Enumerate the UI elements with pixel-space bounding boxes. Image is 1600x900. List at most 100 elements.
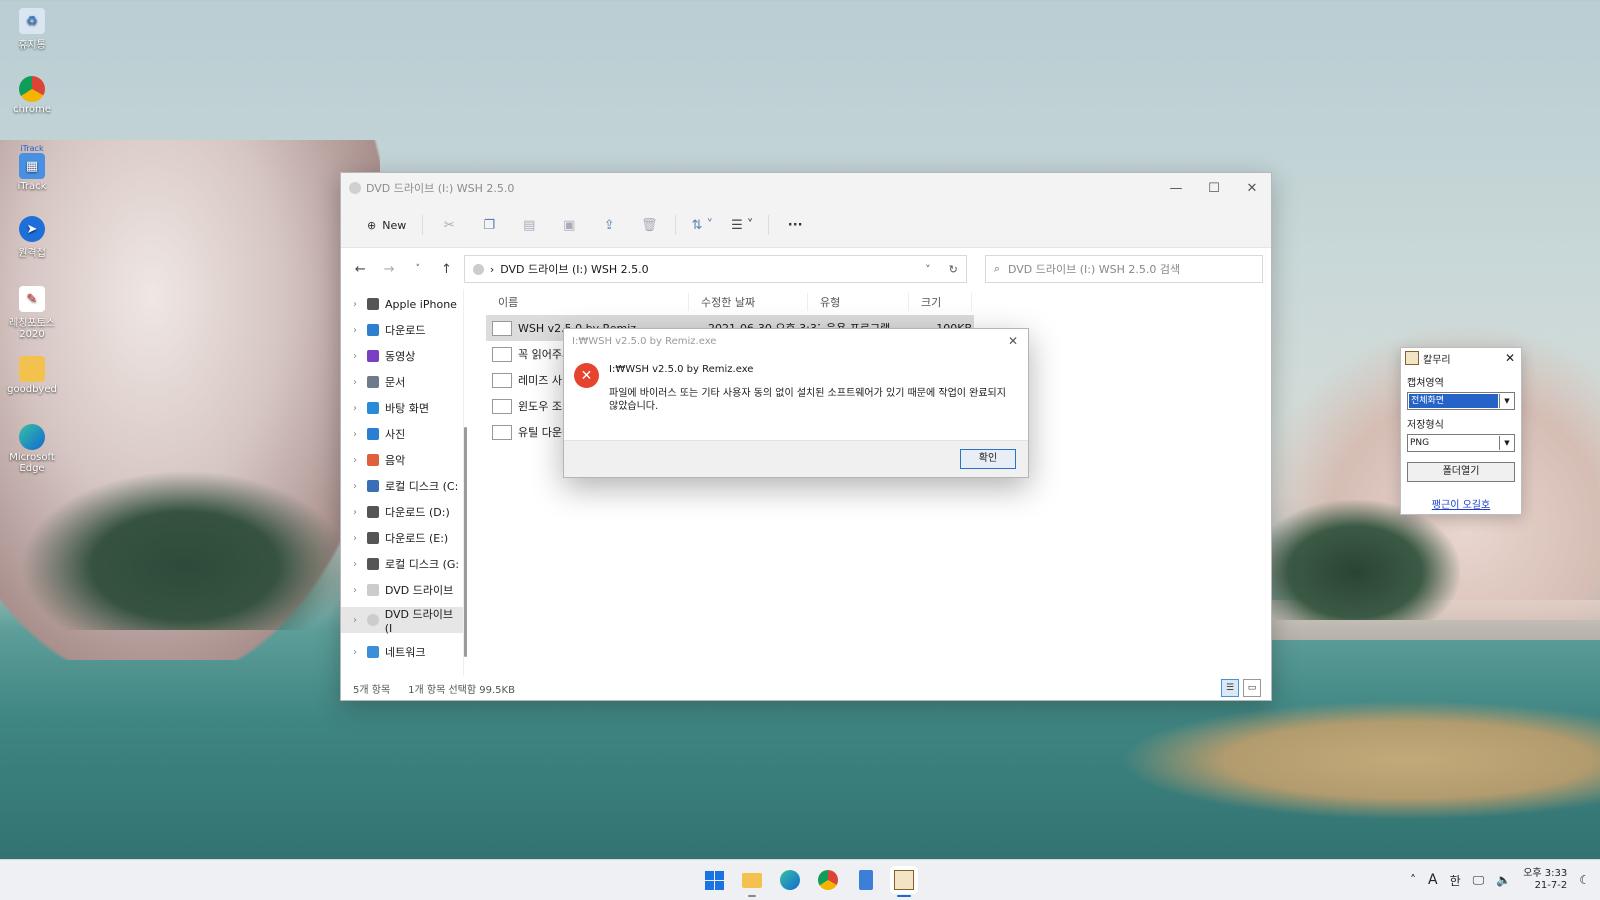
clock[interactable]: 오후 3:33 21-7-2	[1523, 868, 1567, 892]
paste-button[interactable]: ▤	[511, 210, 547, 240]
nav-item[interactable]: › 다운로드 (E:)	[341, 525, 463, 551]
nav-item[interactable]: › 바탕 화면	[341, 395, 463, 421]
nav-item[interactable]: › DVD 드라이브	[341, 577, 463, 603]
chevron-right-icon[interactable]: ›	[353, 615, 361, 626]
nav-item[interactable]: › 음악	[341, 447, 463, 473]
chevron-right-icon[interactable]: ›	[353, 299, 361, 310]
folder-icon	[742, 872, 762, 888]
rename-button[interactable]: ▣	[551, 210, 587, 240]
item-count: 5개 항목	[353, 684, 391, 696]
nav-item-icon	[367, 532, 379, 544]
chevron-right-icon[interactable]: ›	[353, 559, 361, 570]
search-input[interactable]: ⌕ DVD 드라이브 (I:) WSH 2.5.0 검색	[984, 255, 1263, 283]
nav-item[interactable]: › 로컬 디스크 (C:	[341, 473, 463, 499]
address-bar[interactable]: › DVD 드라이브 (I:) WSH 2.5.0 ˅ ↻	[463, 255, 967, 283]
desktop-icon-app[interactable]: ✎ 레칭포토스 2020	[0, 286, 64, 340]
taskbar: ˄ A 한 🖵 🔈 오후 3:33 21-7-2 ☾	[0, 859, 1600, 900]
desktop-icon-label: 원격접	[18, 248, 46, 259]
chevron-right-icon[interactable]: ›	[353, 325, 361, 336]
chevron-right-icon[interactable]: ›	[353, 585, 361, 596]
taskbar-edge[interactable]	[776, 866, 804, 894]
desktop-icon-recycle-bin[interactable]: ♻ 휴지통	[0, 8, 64, 51]
chevron-right-icon[interactable]: ›	[353, 429, 361, 440]
dialog-footer: 확인	[564, 440, 1028, 477]
desktop-icon-itrack[interactable]: iTrack ▦ iTrack	[0, 144, 64, 192]
recent-locations-button[interactable]: ˅	[406, 264, 429, 274]
cut-button[interactable]: ✂	[431, 210, 467, 240]
window-titlebar[interactable]: DVD 드라이브 (I:) WSH 2.5.0 — ☐ ✕	[341, 173, 1271, 203]
taskbar-file-explorer[interactable]	[738, 866, 766, 897]
nav-item-network[interactable]: › 네트워크	[341, 639, 463, 665]
dialog-titlebar[interactable]: I:₩WSH v2.5.0 by Remiz.exe ✕	[564, 329, 1028, 353]
chevron-right-icon[interactable]: ›	[353, 377, 361, 388]
desktop-icon-folder[interactable]: goodbyed	[0, 356, 64, 395]
nav-item[interactable]: › 다운로드	[341, 317, 463, 343]
nav-item[interactable]: › 동영상	[341, 343, 463, 369]
nav-item[interactable]: › 사진	[341, 421, 463, 447]
chevron-down-icon[interactable]: ▼	[1499, 394, 1514, 408]
network-icon[interactable]: 🖵	[1473, 873, 1485, 888]
capture-tool-close-button[interactable]: ✕	[1499, 351, 1521, 365]
volume-icon[interactable]: 🔈	[1496, 873, 1511, 887]
back-button[interactable]: ←	[349, 262, 372, 277]
chevron-right-icon[interactable]: ›	[353, 533, 361, 544]
chevron-up-icon[interactable]: ˄	[1410, 873, 1416, 887]
ime-hangul-indicator[interactable]: 한	[1450, 872, 1461, 889]
capture-area-value: 전체화면	[1408, 393, 1499, 409]
ok-button[interactable]: 확인	[960, 449, 1016, 469]
up-button[interactable]: ↑	[435, 262, 458, 277]
chevron-right-icon[interactable]: ›	[353, 403, 361, 414]
column-header-name[interactable]: 이름	[486, 293, 689, 311]
taskbar-notepad[interactable]	[852, 866, 880, 894]
edge-icon	[780, 870, 800, 890]
chevron-down-icon[interactable]: ▼	[1499, 436, 1514, 450]
desktop-icon-edge[interactable]: Microsoft Edge	[0, 424, 64, 474]
nav-item-selected[interactable]: › DVD 드라이브 (I	[341, 607, 463, 635]
notification-icon[interactable]: ☾	[1579, 873, 1590, 887]
ime-mode-indicator[interactable]: A	[1428, 872, 1438, 888]
view-button[interactable]: ☰ ˅	[724, 210, 760, 240]
close-button[interactable]: ✕	[1233, 181, 1271, 196]
taskbar-chrome[interactable]	[814, 866, 842, 894]
itrack-badge: iTrack	[20, 144, 44, 153]
minimize-button[interactable]: —	[1157, 181, 1195, 196]
share-button[interactable]: ⇪	[591, 210, 627, 240]
column-header-date[interactable]: 수정한 날짜	[689, 293, 808, 311]
nav-item-icon	[367, 298, 379, 310]
forward-button[interactable]: →	[378, 262, 401, 277]
desktop-icon-chrome[interactable]: chrome	[0, 76, 64, 115]
nav-item[interactable]: › Apple iPhone	[341, 291, 463, 317]
system-tray: ˄ A 한 🖵 🔈 오후 3:33 21-7-2 ☾	[1410, 868, 1590, 892]
capture-area-select[interactable]: 전체화면 ▼	[1407, 392, 1515, 410]
chevron-right-icon[interactable]: ›	[353, 481, 361, 492]
chevron-down-icon[interactable]: ˅	[925, 263, 931, 276]
chevron-right-icon[interactable]: ›	[353, 507, 361, 518]
details-view-button[interactable]: ☰	[1221, 679, 1239, 697]
toolbar-divider	[768, 215, 770, 235]
new-button[interactable]: ⊕ New	[359, 210, 414, 240]
tiles-view-button[interactable]: ▭	[1243, 679, 1261, 697]
nav-item[interactable]: › 다운로드 (D:)	[341, 499, 463, 525]
nav-item-icon	[367, 324, 379, 336]
nav-item[interactable]: › 로컬 디스크 (G:	[341, 551, 463, 577]
column-header-size[interactable]: 크기	[909, 293, 972, 311]
chevron-right-icon[interactable]: ›	[353, 455, 361, 466]
desktop-icon-remote[interactable]: ➤ 원격접	[0, 216, 64, 259]
dialog-close-button[interactable]: ✕	[998, 334, 1028, 348]
chevron-right-icon[interactable]: ›	[353, 351, 361, 362]
delete-button[interactable]: 🗑	[631, 210, 667, 240]
open-folder-button[interactable]: 폴더열기	[1407, 462, 1515, 482]
capture-tool-titlebar[interactable]: 칼무리 ✕	[1401, 348, 1521, 368]
maximize-button[interactable]: ☐	[1195, 181, 1233, 196]
more-options-button[interactable]: ···	[777, 210, 813, 240]
refresh-icon[interactable]: ↻	[949, 263, 958, 276]
start-button[interactable]	[700, 866, 728, 894]
taskbar-capture-tool[interactable]	[890, 866, 918, 897]
nav-item[interactable]: › 문서	[341, 369, 463, 395]
author-link[interactable]: 팽근이 오길호	[1401, 496, 1521, 511]
column-header-type[interactable]: 유형	[808, 293, 909, 311]
chevron-right-icon[interactable]: ›	[353, 647, 361, 658]
save-format-select[interactable]: PNG ▼	[1407, 434, 1515, 452]
copy-button[interactable]: ❐	[471, 210, 507, 240]
sort-button[interactable]: ⇅ ˅	[684, 210, 720, 240]
